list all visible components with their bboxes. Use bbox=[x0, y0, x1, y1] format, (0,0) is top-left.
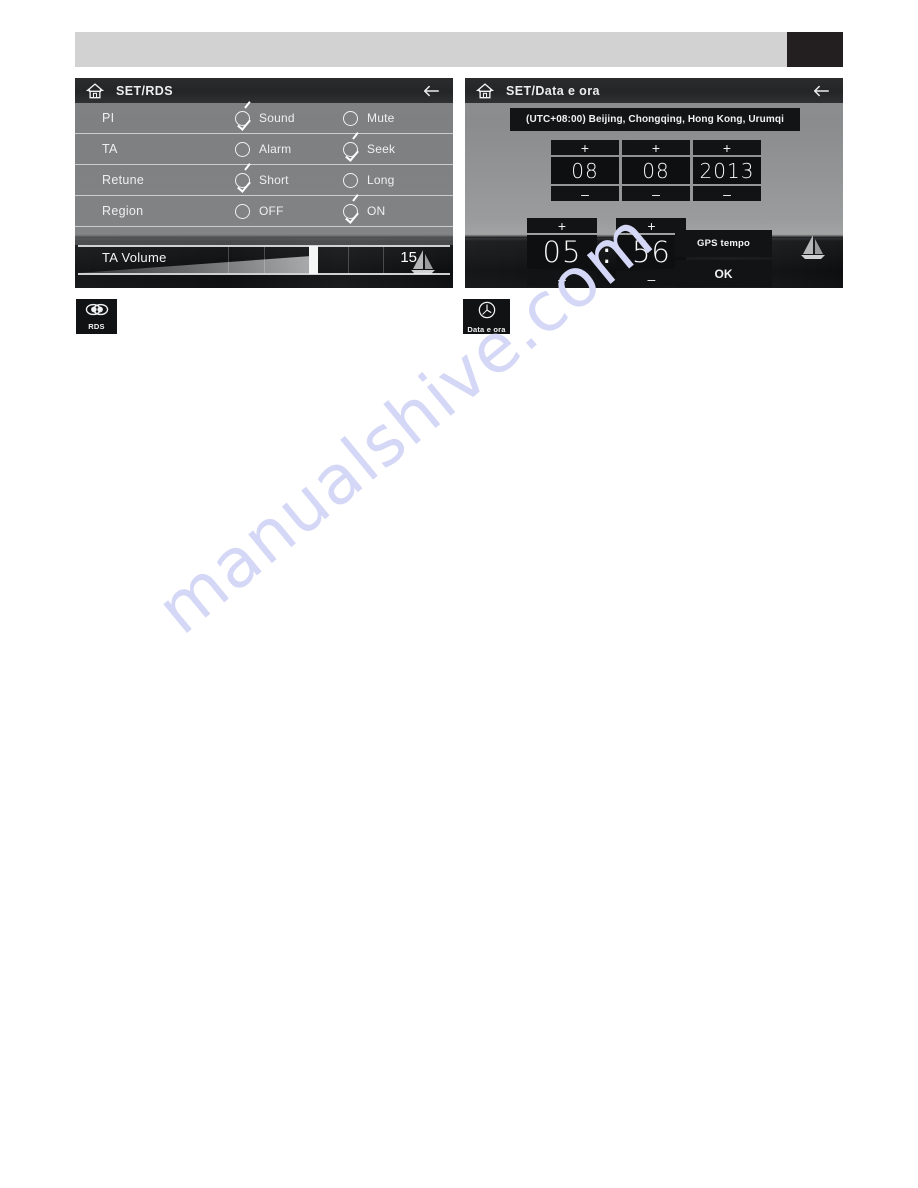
year-decrement-button[interactable]: – bbox=[693, 186, 761, 201]
ta-volume-label: TA Volume bbox=[102, 250, 167, 265]
month-increment-button[interactable]: + bbox=[622, 140, 690, 155]
rds-row: PI Sound Mute bbox=[75, 103, 453, 134]
rds-option[interactable]: Short bbox=[235, 172, 343, 188]
rds-settings-screen: SET/RDS PI Sound Mute TA Alarm Seek Retune Shor… bbox=[75, 78, 453, 288]
month-decrement-button[interactable]: – bbox=[622, 186, 690, 201]
home-icon[interactable] bbox=[85, 82, 105, 100]
rds-row-label: Region bbox=[102, 204, 144, 218]
timezone-label: (UTC+08:00) Beijing, Chongqing, Hong Kon… bbox=[526, 114, 784, 125]
rds-row-label: Retune bbox=[102, 173, 145, 187]
rds-logo-icon bbox=[85, 302, 109, 322]
ta-volume-value: 15 bbox=[400, 249, 417, 266]
datetime-action-buttons: GPS tempo OK bbox=[675, 230, 772, 287]
radio-circle-icon[interactable] bbox=[343, 172, 358, 188]
rds-option-label: Short bbox=[259, 173, 289, 187]
month-stepper: + 08 – bbox=[622, 140, 690, 201]
rds-option[interactable]: ON bbox=[343, 203, 451, 219]
checkmark-icon[interactable] bbox=[235, 110, 250, 126]
ta-volume-handle[interactable] bbox=[309, 246, 318, 274]
datetime-settings-screen: SET/Data e ora (UTC+08:00) Beijing, Chon… bbox=[465, 78, 843, 288]
checkmark-icon[interactable] bbox=[235, 172, 250, 188]
hour-value[interactable]: 05 bbox=[527, 235, 597, 269]
rds-option-label: OFF bbox=[259, 204, 284, 218]
ta-volume-slider[interactable]: TA Volume 15 bbox=[75, 245, 453, 279]
rds-option[interactable]: Sound bbox=[235, 110, 343, 126]
timezone-selector[interactable]: (UTC+08:00) Beijing, Chongqing, Hong Kon… bbox=[510, 108, 800, 131]
year-stepper: + 2013 – bbox=[693, 140, 761, 201]
rds-option[interactable]: Long bbox=[343, 172, 451, 188]
rds-option-label: Seek bbox=[367, 142, 396, 156]
rds-option-label: Long bbox=[367, 173, 395, 187]
day-value[interactable]: 08 bbox=[551, 157, 619, 184]
rds-option[interactable]: Mute bbox=[343, 110, 451, 126]
rds-option[interactable]: Alarm bbox=[235, 141, 343, 157]
sailboat-icon bbox=[800, 233, 826, 263]
ta-volume-bottom-rule bbox=[78, 273, 450, 275]
rds-row: Region OFF ON bbox=[75, 196, 453, 227]
home-icon[interactable] bbox=[475, 82, 495, 100]
clock-icon bbox=[477, 300, 497, 325]
year-increment-button[interactable]: + bbox=[693, 140, 761, 155]
radio-circle-icon[interactable] bbox=[343, 110, 358, 126]
checkmark-icon[interactable] bbox=[343, 203, 358, 219]
day-increment-button[interactable]: + bbox=[551, 140, 619, 155]
rds-option-label: Mute bbox=[367, 111, 395, 125]
rds-title: SET/RDS bbox=[116, 83, 173, 98]
time-steppers: + 05 – : + 56 – bbox=[527, 218, 687, 286]
year-value[interactable]: 2013 bbox=[693, 157, 761, 184]
month-value[interactable]: 08 bbox=[622, 157, 690, 184]
radio-circle-icon[interactable] bbox=[235, 203, 250, 219]
radio-circle-icon[interactable] bbox=[235, 141, 250, 157]
sailboat-svg bbox=[801, 235, 825, 259]
rds-option-label: Sound bbox=[259, 111, 295, 125]
rds-option[interactable]: Seek bbox=[343, 141, 451, 157]
page-header-band bbox=[75, 32, 843, 67]
datetime-title: SET/Data e ora bbox=[506, 83, 600, 98]
legend-icon-rds: RDS bbox=[76, 299, 117, 334]
page-header-dark-block bbox=[787, 32, 843, 67]
back-arrow-icon[interactable] bbox=[812, 84, 830, 98]
legend-rds-caption: RDS bbox=[88, 322, 105, 332]
hour-stepper: + 05 – bbox=[527, 218, 597, 286]
legend-datetime-caption: Data e ora bbox=[467, 324, 506, 334]
rds-row: Retune Short Long bbox=[75, 165, 453, 196]
back-arrow-icon[interactable] bbox=[422, 84, 440, 98]
hour-decrement-button[interactable]: – bbox=[527, 271, 597, 286]
rds-row: TA Alarm Seek bbox=[75, 134, 453, 165]
datetime-titlebar: SET/Data e ora bbox=[465, 78, 843, 103]
rds-option-label: ON bbox=[367, 204, 386, 218]
day-stepper: + 08 – bbox=[551, 140, 619, 201]
hour-increment-button[interactable]: + bbox=[527, 218, 597, 233]
rds-row-label: TA bbox=[102, 142, 118, 156]
gps-tempo-button[interactable]: GPS tempo bbox=[675, 230, 772, 257]
rds-option-label: Alarm bbox=[259, 142, 292, 156]
checkmark-icon[interactable] bbox=[343, 141, 358, 157]
legend-icon-datetime: Data e ora bbox=[463, 299, 510, 334]
ok-button[interactable]: OK bbox=[675, 260, 772, 287]
rds-row-label: PI bbox=[102, 111, 115, 125]
rds-titlebar: SET/RDS bbox=[75, 78, 453, 103]
rds-options-list: PI Sound Mute TA Alarm Seek Retune Short Long Reg… bbox=[75, 103, 453, 227]
date-steppers: + 08 – + 08 – + 2013 – bbox=[551, 140, 761, 201]
time-separator: : bbox=[602, 236, 612, 270]
rds-option[interactable]: OFF bbox=[235, 203, 343, 219]
day-decrement-button[interactable]: – bbox=[551, 186, 619, 201]
